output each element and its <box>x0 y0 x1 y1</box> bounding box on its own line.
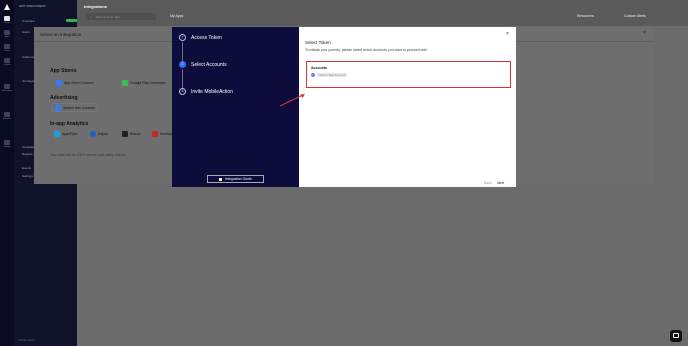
search-input[interactable]: ⌕ Search for an app <box>86 13 156 20</box>
nav-label-apps: Apps <box>4 36 10 38</box>
section-advertising: Advertising <box>50 95 78 101</box>
appsflyer-icon <box>54 130 60 137</box>
tile-label: Adjust <box>98 131 108 136</box>
integration-wizard-modal: ✓ Access Token 2 Select Accounts 3 Invit… <box>172 27 516 187</box>
wizard-content-panel: × Select Token To initiate your journey,… <box>299 27 516 187</box>
nav-label-analytics: Analytics <box>2 118 11 120</box>
integration-guide-label: Integration Guide <box>225 177 252 181</box>
footer-brand: MobileAction <box>18 338 36 342</box>
chat-bubble-icon <box>673 333 679 338</box>
document-icon <box>219 177 223 181</box>
search-icon: ⌕ <box>90 15 92 19</box>
users-icon[interactable] <box>4 44 10 49</box>
search-ads-connect-tile[interactable]: Search Ads Connect <box>52 103 98 112</box>
accounts-label: Accounts <box>311 66 327 70</box>
home-icon[interactable] <box>4 16 10 21</box>
app-logo-icon[interactable] <box>3 3 11 11</box>
appsflyer-tile[interactable]: AppsFlyer <box>54 129 78 138</box>
resources-menu[interactable]: Resources <box>577 14 594 18</box>
account-option[interactable]: Admin Test Account <box>311 73 348 77</box>
app-store-connect-tile[interactable]: App Store Connect <box>56 78 94 87</box>
page-title: Integrations <box>84 4 107 9</box>
nav-label-home: Home <box>4 22 10 24</box>
sub-nav-item[interactable]: Audience <box>22 55 35 59</box>
sub-nav-item[interactable]: Settings <box>22 174 33 178</box>
messaging-icon[interactable] <box>4 84 10 89</box>
sub-nav-item[interactable]: Users <box>22 30 30 34</box>
top-bar: Integrations ⌕ Search for an app My Apps… <box>77 0 688 26</box>
section-in-app-analytics: In-app Analytics <box>50 121 89 127</box>
step-number: 3 <box>179 88 186 95</box>
tile-label: Search Ads Connect <box>63 105 95 110</box>
back-button[interactable]: Back <box>484 181 492 185</box>
step-invite-mobileaction: 3 Invite MobileAction <box>179 88 233 95</box>
annotation-arrow-icon <box>279 94 305 107</box>
nav-label-users: Users <box>4 50 10 52</box>
nav-label-messaging: Messaging <box>2 90 12 92</box>
sub-nav-item[interactable]: Events <box>22 166 31 170</box>
next-button[interactable]: Next <box>497 181 504 185</box>
integration-guide-button[interactable]: Integration Guide <box>207 175 264 183</box>
custom-alerts-link[interactable]: Custom Alerts <box>624 14 646 18</box>
step-connector <box>182 69 183 88</box>
select-token-subtitle: To initiate your journey, please select … <box>305 48 428 52</box>
tile-label: Branch <box>130 131 142 136</box>
my-apps-link[interactable]: My Apps <box>170 14 183 18</box>
app-store-icon <box>56 79 62 86</box>
search-placeholder: Search for an app <box>96 14 120 19</box>
branch-tile[interactable]: Branch <box>122 129 141 138</box>
analytics-icon[interactable] <box>4 112 10 117</box>
select-token-title: Select Token <box>305 40 331 45</box>
tile-label: AppsFlyer <box>62 131 78 136</box>
step-label: Select Accounts <box>191 61 227 68</box>
step-label: Access Token <box>191 34 222 41</box>
step-connector <box>182 42 183 61</box>
nav-label-insights: Insights <box>3 64 11 66</box>
kochava-icon <box>152 130 158 137</box>
kochava-tile[interactable]: Kochava <box>152 129 174 138</box>
google-play-tile[interactable]: Google Play Developer <box>122 78 166 87</box>
check-icon: ✓ <box>179 34 186 41</box>
step-number: 2 <box>179 61 186 68</box>
chat-widget-button[interactable] <box>670 330 682 342</box>
account-name: Admin Test Account <box>317 73 348 77</box>
dialog-title: Select an Integration <box>40 32 82 37</box>
close-icon[interactable]: × <box>643 30 646 36</box>
adjust-icon <box>90 130 96 137</box>
settings-icon[interactable] <box>4 140 10 145</box>
apps-icon[interactable] <box>4 30 10 35</box>
nav-label-settings: Settings <box>3 146 11 148</box>
accounts-selection-box: Accounts Admin Test Account <box>306 61 511 88</box>
close-icon[interactable]: × <box>506 31 509 37</box>
step-access-token: ✓ Access Token <box>179 34 222 41</box>
step-label: Invite MobileAction <box>191 88 233 95</box>
google-play-icon <box>122 79 128 86</box>
insights-icon[interactable] <box>4 58 10 63</box>
section-app-stores: App Stores <box>50 68 77 74</box>
radio-checked-icon[interactable] <box>311 73 315 77</box>
app-primary-nav: Home Apps Users Insights Messaging Analy… <box>0 0 14 346</box>
sub-nav-item[interactable]: Journeys <box>22 79 34 83</box>
sub-nav-item[interactable]: Overview <box>22 19 35 23</box>
sub-nav-item[interactable]: Reports <box>22 152 33 156</box>
search-ads-icon <box>55 104 61 111</box>
step-select-accounts: 2 Select Accounts <box>179 61 227 68</box>
security-note: Your data will be 100% secure and safely… <box>50 153 126 157</box>
app-name: APP DISCOVERY <box>19 4 46 8</box>
branch-icon <box>122 130 128 137</box>
tile-label: App Store Connect <box>64 80 94 85</box>
adjust-tile[interactable]: Adjust <box>90 129 108 138</box>
tile-label: Google Play Developer <box>130 80 166 85</box>
